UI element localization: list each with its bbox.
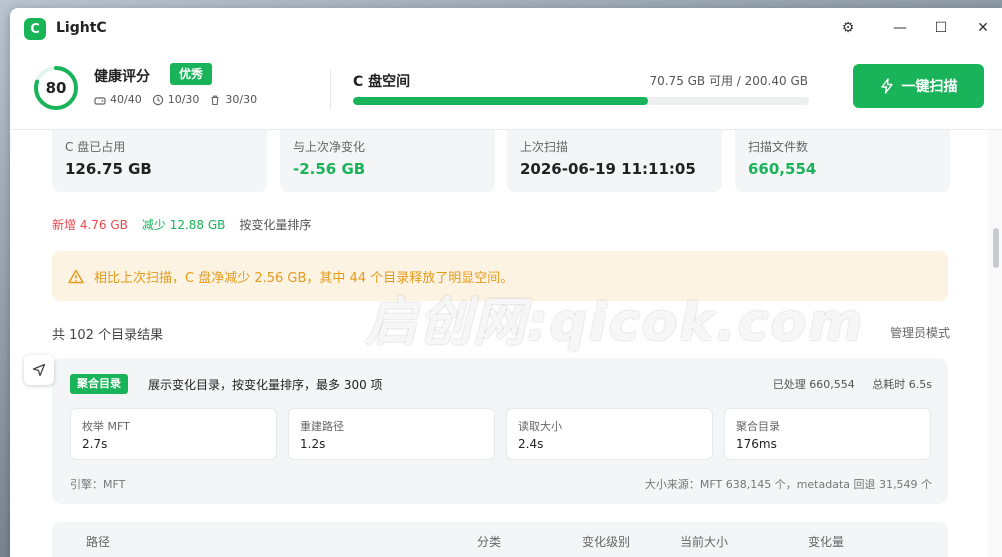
change-summary: 新增 4.76 GB 减少 12.88 GB 按变化量排序 — [52, 216, 311, 233]
title-bar: C LightC ⚙ — ☐ ✕ — [10, 8, 1002, 48]
close-button[interactable]: ✕ — [973, 18, 993, 38]
change-alert: 相比上次扫描，C 盘净减少 2.56 GB，其中 44 个目录释放了明显空间。 — [52, 251, 948, 301]
lightning-icon — [880, 78, 893, 94]
scan-info-panel: 聚合目录 展示变化目录，按变化量排序，最多 300 项 已处理 660,554 … — [52, 358, 948, 504]
aggregate-badge: 聚合目录 — [70, 374, 128, 394]
elapsed-time: 总耗时 6.5s — [872, 378, 932, 391]
health-stat-value: 40/40 — [110, 93, 142, 106]
maximize-button[interactable]: ☐ — [931, 18, 951, 38]
header-divider — [330, 70, 331, 110]
admin-mode-label: 管理员模式 — [889, 326, 950, 340]
health-stat-value: 10/30 — [167, 93, 200, 106]
disk-usage-fill — [353, 97, 649, 105]
stat-card-file-count: 扫描文件数 660,554 — [735, 130, 950, 192]
stat-value: 126.75 GB — [65, 160, 152, 178]
clock-icon — [152, 94, 163, 105]
size-source-label: 大小来源：MFT 638,145 个，metadata 回退 31,549 个 — [644, 478, 932, 491]
step-value: 2.7s — [82, 437, 108, 451]
drive-icon — [94, 96, 106, 105]
stat-value: -2.56 GB — [293, 160, 366, 178]
app-title: LightC — [56, 20, 107, 36]
scan-button-label: 一键扫描 — [901, 78, 958, 94]
health-stat-time: 10/30 — [152, 93, 200, 106]
stat-value: 2026-06-19 11:11:05 — [520, 160, 696, 178]
processed-count: 已处理 660,554 — [772, 378, 855, 391]
stat-value: 660,554 — [748, 160, 817, 178]
stat-label: 上次扫描 — [520, 140, 569, 154]
navigate-button[interactable] — [24, 355, 54, 385]
main-content: C 盘已占用 126.75 GB 与上次净变化 -2.56 GB 上次扫描 20… — [10, 130, 988, 557]
step-label: 读取大小 — [518, 420, 562, 433]
health-stat-value: 30/30 — [225, 93, 258, 106]
scan-metrics: 已处理 660,554 总耗时 6.5s — [652, 376, 932, 392]
health-badge: 优秀 — [170, 63, 213, 85]
step-label: 聚合目录 — [736, 420, 780, 433]
app-window: C LightC ⚙ — ☐ ✕ 80 健康评分 优秀 40/40 10/30 … — [10, 8, 1002, 557]
step-card-rebuild-path: 重建路径 1.2s — [288, 408, 495, 460]
column-header-change-amount[interactable]: 变化量 — [808, 533, 844, 550]
step-label: 枚举 MFT — [82, 420, 130, 433]
reduced-size: 减少 12.88 GB — [141, 218, 226, 232]
navigation-arrow-icon — [32, 363, 46, 377]
step-card-enum-mft: 枚举 MFT 2.7s — [70, 408, 277, 460]
added-size: 新增 4.76 GB — [52, 218, 128, 232]
stat-label: C 盘已占用 — [65, 140, 126, 154]
alert-text: 相比上次扫描，C 盘净减少 2.56 GB，其中 44 个目录释放了明显空间。 — [94, 270, 514, 286]
results-count: 共 102 个目录结果 — [52, 328, 164, 343]
engine-label: 引擎：MFT — [70, 478, 126, 491]
health-stats: 40/40 10/30 30/30 — [94, 93, 257, 106]
step-value: 176ms — [736, 437, 777, 451]
trash-icon — [211, 95, 219, 105]
disk-free-info: 70.75 GB 可用 / 200.40 GB — [649, 74, 808, 88]
minimize-button[interactable]: — — [890, 18, 910, 38]
step-card-aggregate: 聚合目录 176ms — [724, 408, 931, 460]
summary-header: 80 健康评分 优秀 40/40 10/30 30/30 C 盘空间 70.75… — [10, 48, 1002, 130]
column-header-category[interactable]: 分类 — [477, 533, 501, 550]
scrollbar-thumb[interactable] — [993, 228, 999, 268]
warning-icon — [68, 269, 84, 283]
scrollbar-track[interactable] — [988, 130, 1002, 557]
sort-by-change-link[interactable]: 按变化量排序 — [239, 216, 311, 233]
stat-card-net-change: 与上次净变化 -2.56 GB — [280, 130, 495, 192]
settings-gear-icon[interactable]: ⚙ — [838, 18, 858, 38]
health-stat-disk: 40/40 — [94, 93, 142, 106]
column-header-current-size[interactable]: 当前大小 — [680, 533, 728, 550]
disk-usage-bar — [353, 97, 809, 105]
health-score-value: 80 — [45, 79, 67, 97]
health-title: 健康评分 — [94, 69, 150, 85]
column-header-path[interactable]: 路径 — [86, 533, 110, 550]
step-value: 2.4s — [518, 437, 544, 451]
disk-title: C 盘空间 — [353, 74, 411, 90]
stat-card-used: C 盘已占用 126.75 GB — [52, 130, 267, 192]
step-card-read-size: 读取大小 2.4s — [506, 408, 713, 460]
stat-label: 扫描文件数 — [748, 140, 809, 154]
column-header-change-level[interactable]: 变化级别 — [582, 533, 630, 550]
stat-label: 与上次净变化 — [293, 140, 366, 154]
app-logo-icon: C — [24, 18, 46, 40]
stat-card-last-scan: 上次扫描 2026-06-19 11:11:05 — [507, 130, 722, 192]
health-stat-trash: 30/30 — [209, 93, 257, 106]
one-click-scan-button[interactable]: 一键扫描 — [853, 64, 984, 108]
aggregate-description: 展示变化目录，按变化量排序，最多 300 项 — [148, 378, 383, 392]
step-label: 重建路径 — [300, 420, 344, 433]
results-table-header: 路径 分类 变化级别 当前大小 变化量 — [52, 522, 948, 557]
step-value: 1.2s — [300, 437, 326, 451]
